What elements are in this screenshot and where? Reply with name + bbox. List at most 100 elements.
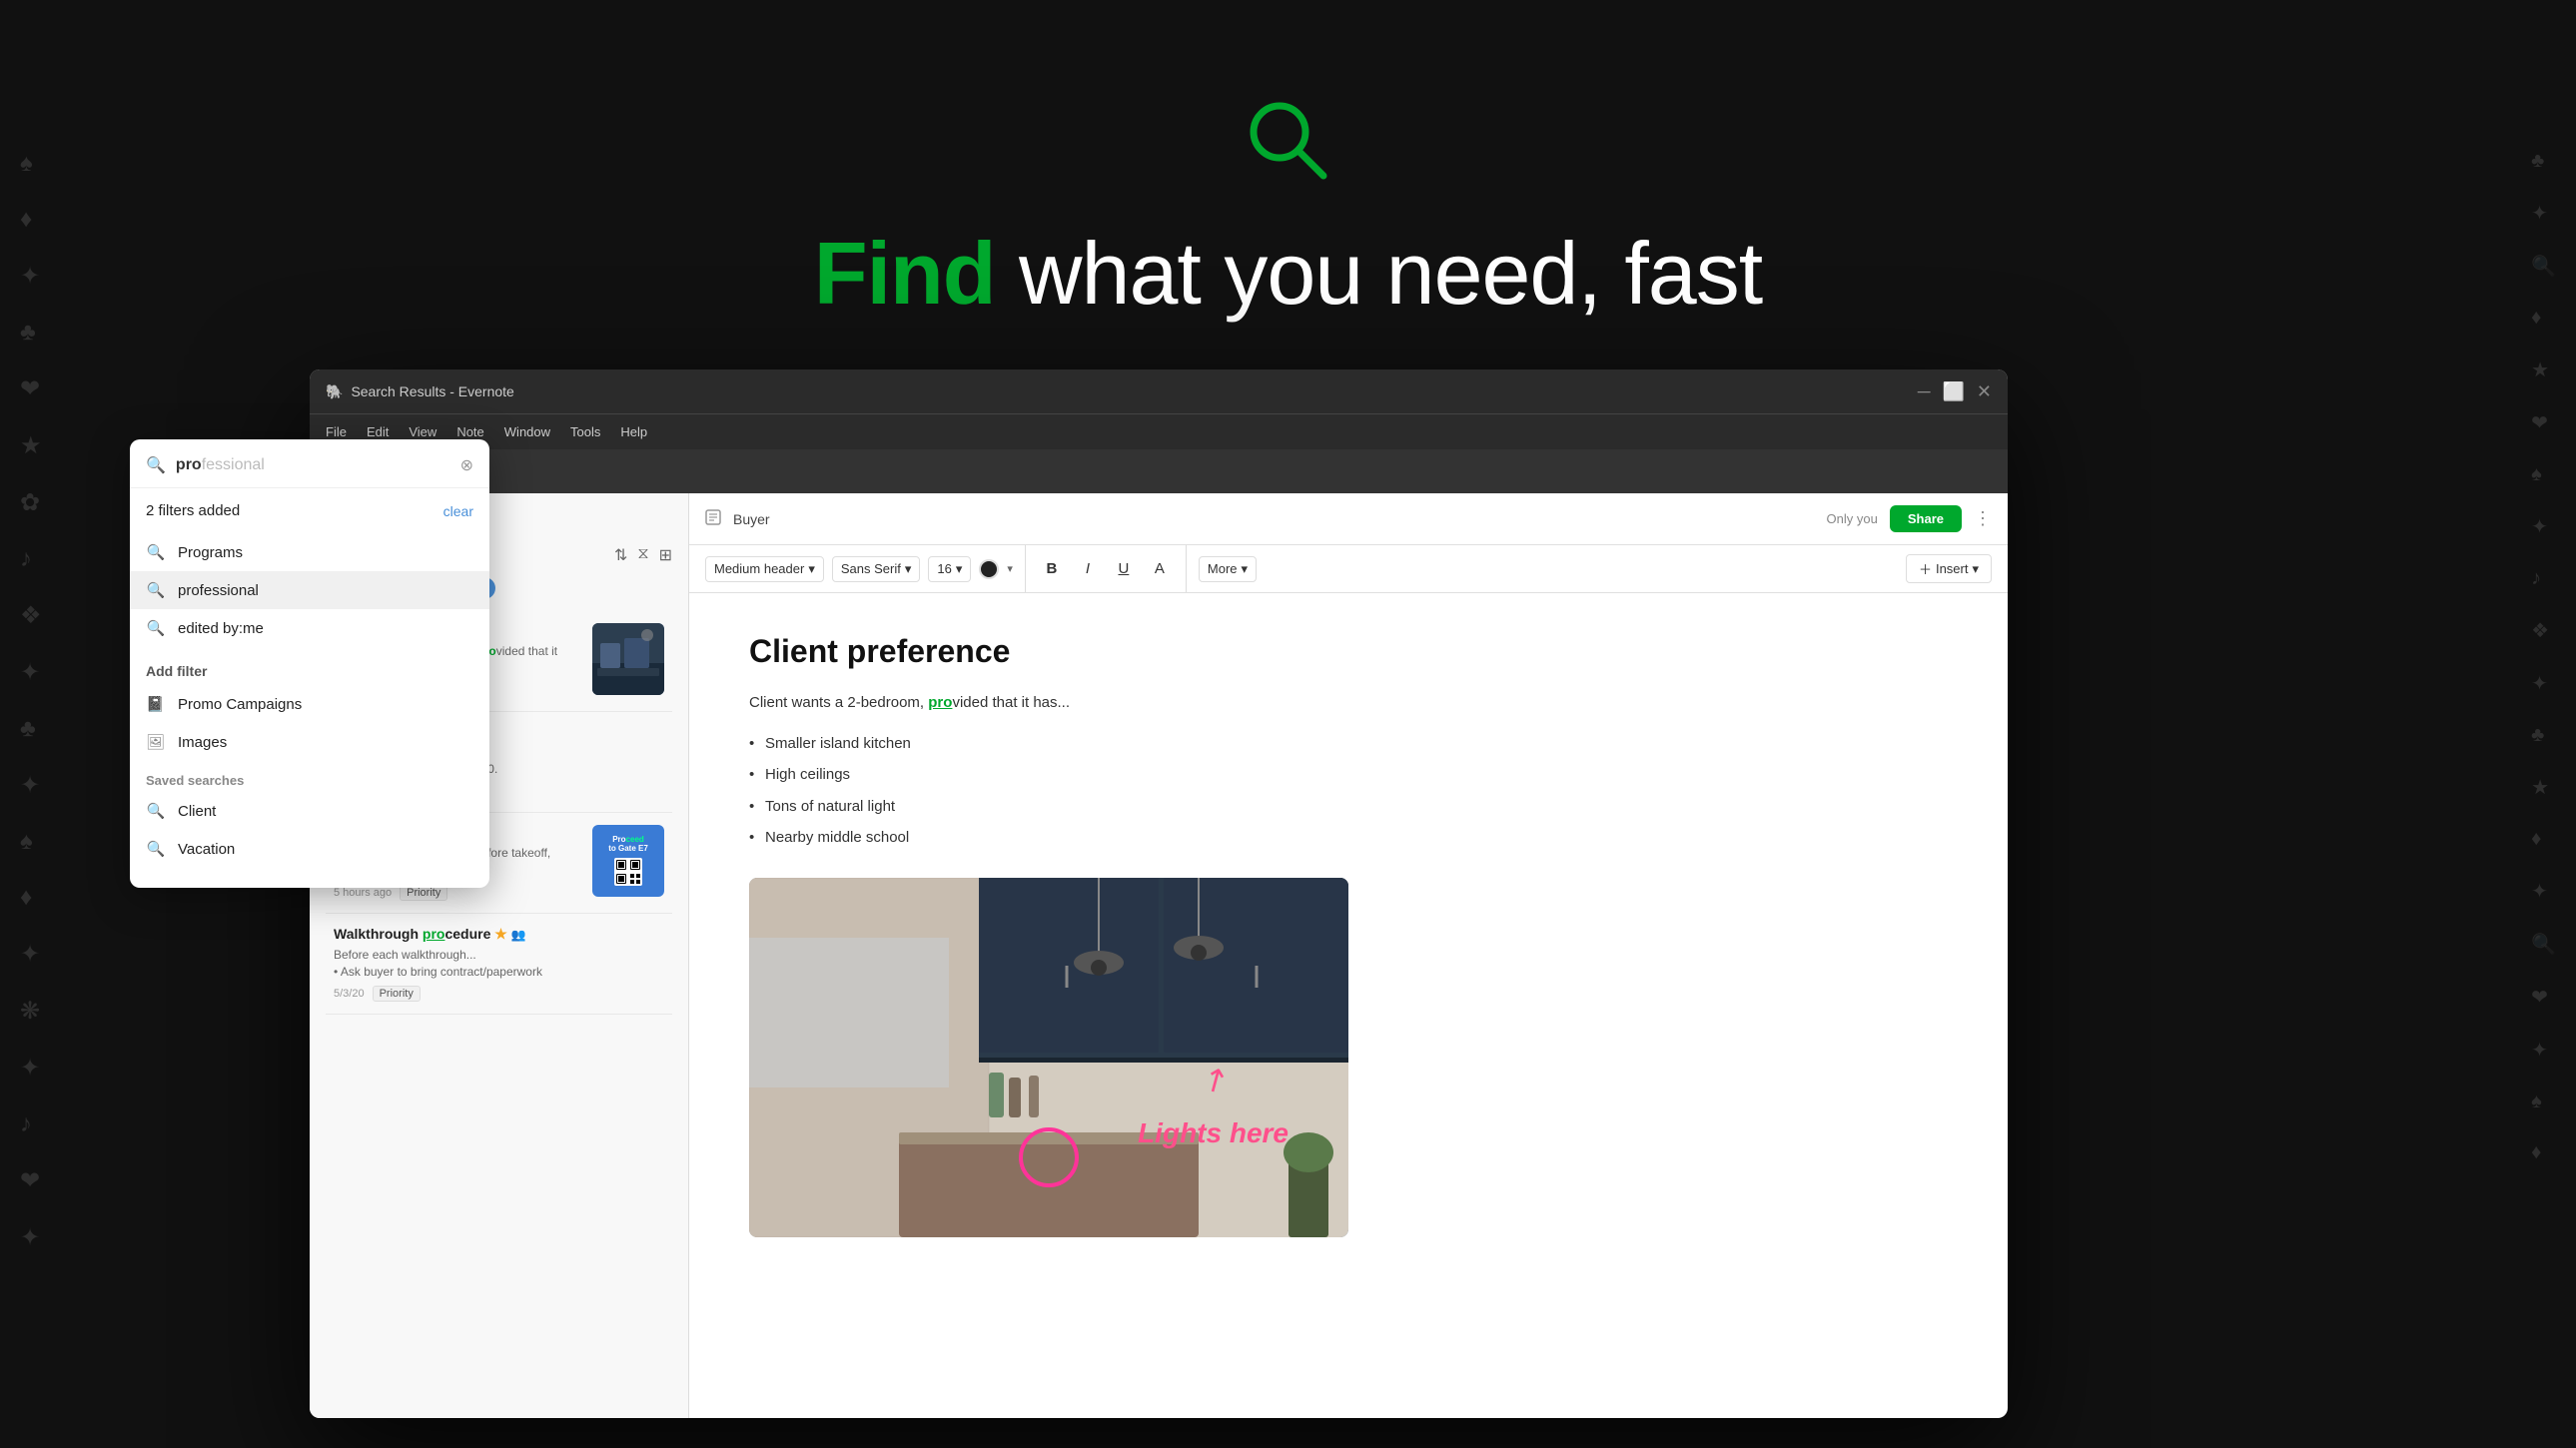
font-chevron: ▾ [905, 561, 912, 577]
italic-button[interactable]: I [1074, 555, 1102, 583]
saved-search-text-2: Vacation [178, 841, 235, 858]
note-meta-4: 5/3/20 Priority [334, 986, 664, 1002]
note-preview-4: Before each walkthrough...• Ask buyer to… [334, 947, 664, 981]
suggestion-text-3: edited by:me [178, 620, 264, 637]
qr-code-icon [614, 858, 642, 888]
font-label: Sans Serif [841, 561, 901, 576]
bold-button[interactable]: B [1038, 555, 1066, 583]
breadcrumb-text: Buyer [733, 511, 770, 527]
view-icon[interactable]: ⊞ [659, 545, 672, 565]
typed-dim: fessional [202, 456, 265, 473]
notebook-icon: 📓 [146, 695, 166, 713]
star-icon-4: ★ [494, 926, 507, 942]
menu-view[interactable]: View [409, 424, 436, 439]
app-window: 🐘 Search Results - Evernote ─ ⬜ ✕ File E… [310, 369, 2008, 1418]
thumb-kitchen-image [592, 623, 664, 695]
menu-file[interactable]: File [326, 424, 347, 439]
saved-search-icon-1: 🔍 [146, 802, 166, 820]
underline-button[interactable]: U [1110, 555, 1138, 583]
more-options-icon[interactable]: ⋮ [1974, 508, 1992, 529]
text-style-button[interactable]: A [1146, 555, 1174, 583]
editor-header: Buyer Only you Share ⋮ [689, 493, 2008, 545]
insert-button[interactable]: ＋ Insert ▾ [1906, 554, 1992, 583]
breadcrumb-icon [705, 509, 721, 528]
more-label: More [1208, 561, 1238, 576]
note-info-4: Walkthrough procedure ★ 👥 Before each wa… [334, 926, 664, 1003]
filter-text-1: Promo Campaigns [178, 696, 302, 713]
maximize-button[interactable]: ⬜ [1942, 382, 1964, 400]
add-filter-section: Add filter 📓 Promo Campaigns 🖼 Images [130, 651, 489, 761]
note-title-4: Walkthrough procedure ★ 👥 [334, 926, 664, 943]
close-button[interactable]: ✕ [1977, 382, 1992, 400]
suggestion-text-2: professional [178, 582, 259, 599]
header-style-select[interactable]: Medium header ▾ [705, 556, 824, 582]
filter-promo-campaigns[interactable]: 📓 Promo Campaigns [130, 685, 489, 723]
toolbar-divider-2 [1186, 545, 1187, 592]
bullet-item-3: Tons of natural light [749, 791, 1948, 823]
menu-window[interactable]: Window [504, 424, 550, 439]
font-size-select[interactable]: 16 ▾ [928, 556, 971, 582]
saved-search-vacation[interactable]: 🔍 Vacation [130, 830, 489, 868]
saved-search-icon-2: 🔍 [146, 840, 166, 858]
suggestion-edited[interactable]: 🔍 edited by:me [130, 609, 489, 647]
share-button[interactable]: Share [1890, 505, 1962, 532]
window-controls: ─ ⬜ ✕ [1918, 382, 1992, 400]
hero-title: Find what you need, fast [814, 223, 1762, 325]
search-input-icon: 🔍 [146, 455, 166, 475]
text-color-picker[interactable] [979, 559, 999, 579]
filter-icon[interactable]: ⧖ [637, 545, 648, 565]
annotation-circle [1019, 1127, 1079, 1187]
bullet-item-4: Nearby middle school [749, 822, 1948, 854]
note-thumbnail-kitchen [592, 623, 664, 695]
nav-bar: ‹ › [310, 449, 2008, 493]
minimize-button[interactable]: ─ [1918, 382, 1931, 400]
note-tag-4: Priority [373, 986, 421, 1002]
filters-clear-button[interactable]: clear [443, 503, 473, 519]
doc-title: Client preference [749, 633, 1948, 670]
note-thumbnail-flight: Proceedto Gate E7 [592, 825, 664, 897]
menu-edit[interactable]: Edit [367, 424, 389, 439]
more-select[interactable]: More ▾ [1199, 556, 1257, 582]
filter-images[interactable]: 🖼 Images [130, 723, 489, 761]
hero-section: Find what you need, fast [0, 0, 2576, 419]
doc-body-para: Client wants a 2-bedroom, provided that … [749, 690, 1948, 716]
evernote-icon: 🐘 [326, 383, 343, 400]
menu-help[interactable]: Help [620, 424, 647, 439]
menu-bar: File Edit View Note Window Tools Help [310, 413, 2008, 449]
menu-note[interactable]: Note [456, 424, 483, 439]
header-style-chevron: ▾ [808, 561, 815, 577]
insert-plus-icon: ＋ [1919, 559, 1932, 578]
hero-search-icon [1244, 96, 1333, 199]
suggestion-programs[interactable]: 🔍 Programs [130, 533, 489, 571]
suggestion-text-1: Programs [178, 544, 243, 561]
saved-searches-section: Saved searches 🔍 Client 🔍 Vacation [130, 761, 489, 872]
filters-row: 2 filters added clear [130, 496, 489, 525]
doc-highlight: pro [928, 694, 952, 711]
more-chevron: ▾ [1242, 561, 1249, 577]
editor-content[interactable]: Client preference Client wants a 2-bedro… [689, 593, 2008, 1418]
search-typed-text: professional [176, 456, 450, 474]
bullet-item-2: High ceilings [749, 759, 1948, 791]
doc-body: Client wants a 2-bedroom, provided that … [749, 690, 1948, 1237]
images-icon: 🖼 [146, 733, 166, 751]
header-style-label: Medium header [714, 561, 804, 576]
note-item-walkthrough[interactable]: Walkthrough procedure ★ 👥 Before each wa… [326, 914, 672, 1016]
kitchen-image: ↗ Lights here [749, 878, 1348, 1237]
font-select[interactable]: Sans Serif ▾ [832, 556, 921, 582]
editor-panel: Buyer Only you Share ⋮ Medium header ▾ S… [689, 493, 2008, 1418]
suggestion-professional[interactable]: 🔍 professional [130, 571, 489, 609]
sort-icon[interactable]: ⇅ [614, 545, 627, 565]
main-content: 🔍 Search Results 4 notes ⇅ ⧖ ⊞ 🏷 Priorit… [310, 493, 2008, 1418]
menu-tools[interactable]: Tools [570, 424, 600, 439]
toolbar-divider-1 [1025, 545, 1026, 592]
note-time-4: 5/3/20 [334, 988, 365, 1000]
font-size-chevron: ▾ [956, 561, 963, 577]
search-clear-button[interactable]: ⊗ [460, 455, 473, 475]
search-dropdown: 🔍 professional ⊗ 2 filters added clear 🔍… [130, 439, 489, 888]
title-highlight-4: pro [423, 926, 445, 942]
suggestions-section: 🔍 Programs 🔍 professional 🔍 edited by:me [130, 529, 489, 651]
saved-search-text-1: Client [178, 803, 216, 820]
saved-search-client[interactable]: 🔍 Client [130, 792, 489, 830]
suggestion-icon-2: 🔍 [146, 581, 166, 599]
suggestion-icon-1: 🔍 [146, 543, 166, 561]
